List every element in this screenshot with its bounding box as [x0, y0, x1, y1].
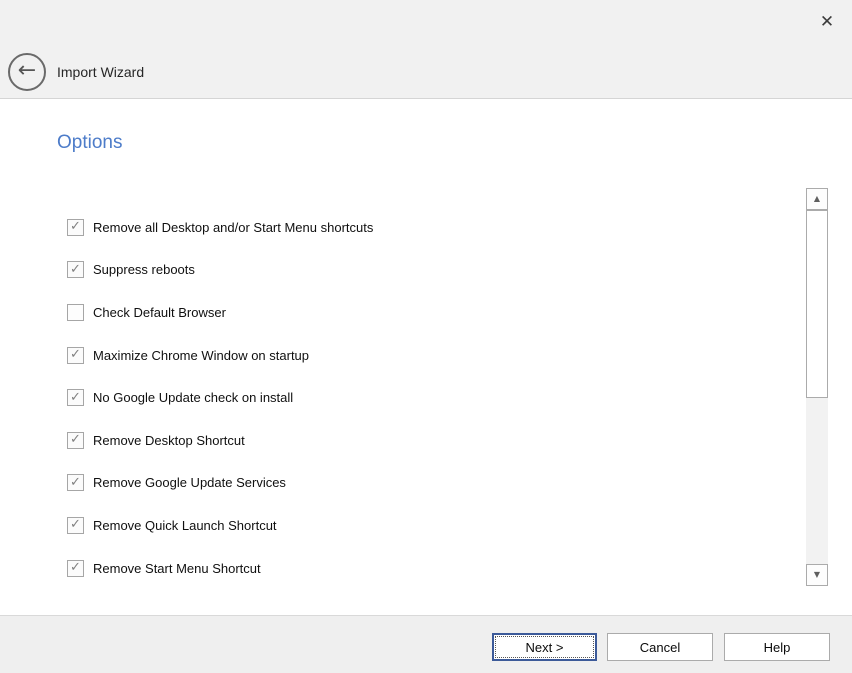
checkbox[interactable]: ✓ — [67, 474, 84, 491]
checkmark-icon: ✓ — [70, 518, 81, 531]
checkbox[interactable]: ✓ — [67, 432, 84, 449]
option-label: Remove Quick Launch Shortcut — [93, 518, 277, 533]
checkbox[interactable]: ✓ — [67, 517, 84, 534]
scroll-thumb[interactable] — [806, 210, 828, 398]
close-icon[interactable]: ✕ — [812, 8, 842, 34]
option-row[interactable]: ✓ Check Default Browser — [67, 291, 767, 334]
option-row[interactable]: ✓ Suppress reboots — [67, 249, 767, 292]
option-label: Remove Start Menu Shortcut — [93, 561, 261, 576]
option-label: Remove Desktop Shortcut — [93, 433, 245, 448]
scroll-up-button[interactable]: ▲ — [806, 188, 828, 210]
checkbox[interactable]: ✓ — [67, 389, 84, 406]
checkmark-icon: ✓ — [70, 391, 81, 404]
wizard-header: ✕ ← Import Wizard — [0, 0, 852, 99]
options-list: ✓ Remove all Desktop and/or Start Menu s… — [67, 206, 767, 589]
option-row[interactable]: ✓ Remove all Desktop and/or Start Menu s… — [67, 206, 767, 249]
checkbox[interactable]: ✓ — [67, 347, 84, 364]
option-row[interactable]: ✓ Maximize Chrome Window on startup — [67, 334, 767, 377]
checkmark-icon: ✓ — [70, 220, 81, 233]
checkmark-icon: ✓ — [70, 561, 81, 574]
wizard-content: Options ✓ Remove all Desktop and/or Star… — [0, 99, 852, 615]
checkmark-icon: ✓ — [70, 433, 81, 446]
option-label: Maximize Chrome Window on startup — [93, 348, 309, 363]
scroll-down-button[interactable]: ▼ — [806, 564, 828, 586]
scrollbar[interactable]: ▲ ▼ — [806, 188, 828, 586]
next-button[interactable]: Next > — [492, 633, 597, 661]
option-label: Check Default Browser — [93, 305, 226, 320]
scroll-down-icon: ▼ — [814, 571, 820, 579]
wizard-title: Import Wizard — [57, 64, 144, 80]
back-arrow-button[interactable]: ← — [8, 53, 46, 91]
checkmark-icon: ✓ — [70, 348, 81, 361]
option-label: Remove all Desktop and/or Start Menu sho… — [93, 220, 373, 235]
checkbox[interactable]: ✓ — [67, 304, 84, 321]
scroll-track[interactable] — [806, 398, 828, 564]
option-row[interactable]: ✓ Remove Google Update Services — [67, 462, 767, 505]
help-button[interactable]: Help — [724, 633, 830, 661]
checkbox[interactable]: ✓ — [67, 219, 84, 236]
option-label: No Google Update check on install — [93, 390, 293, 405]
checkbox[interactable]: ✓ — [67, 261, 84, 278]
import-wizard-window: ✕ ← Import Wizard Options ✓ Remove all D… — [0, 0, 852, 673]
checkmark-icon: ✓ — [70, 263, 81, 276]
checkmark-icon: ✓ — [70, 476, 81, 489]
scroll-up-icon: ▲ — [814, 195, 820, 203]
back-arrow-icon: ← — [18, 60, 36, 82]
option-row[interactable]: ✓ No Google Update check on install — [67, 376, 767, 419]
option-row[interactable]: ✓ Remove Desktop Shortcut — [67, 419, 767, 462]
checkbox[interactable]: ✓ — [67, 560, 84, 577]
option-label: Suppress reboots — [93, 262, 195, 277]
option-row[interactable]: ✓ Remove Start Menu Shortcut — [67, 547, 767, 590]
back-row: ← Import Wizard — [8, 53, 144, 91]
cancel-button[interactable]: Cancel — [607, 633, 713, 661]
option-row[interactable]: ✓ Remove Quick Launch Shortcut — [67, 504, 767, 547]
wizard-footer: Next > Cancel Help — [0, 615, 852, 673]
option-label: Remove Google Update Services — [93, 475, 286, 490]
page-title: Options — [57, 132, 122, 154]
